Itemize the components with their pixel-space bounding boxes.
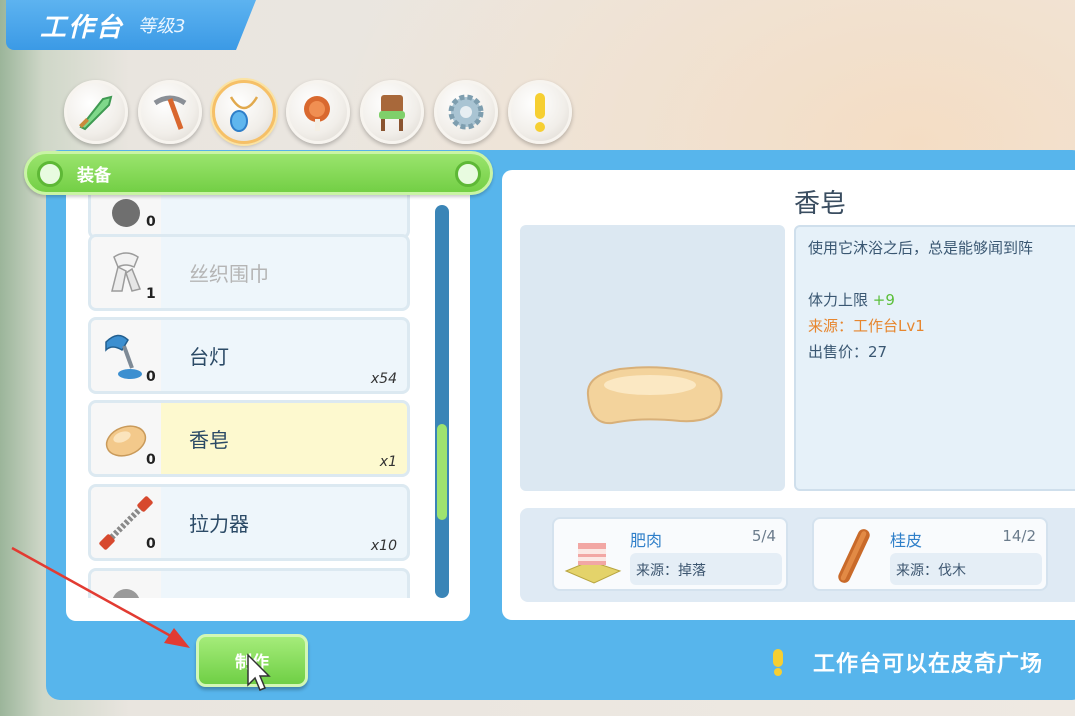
item-name: 香皂 — [189, 428, 229, 452]
item-owned-count: 1 — [146, 286, 156, 302]
item-description: 使用它沐浴之后，总是能够闻到阵 — [808, 239, 1034, 257]
category-accessory-button[interactable] — [212, 80, 276, 144]
list-item[interactable]: 0 拉力器 x10 — [88, 484, 410, 561]
meat-icon — [304, 96, 330, 131]
item-icon-box: 0 — [91, 320, 161, 391]
item-craftable-quantity: x1 — [379, 454, 397, 470]
item-craftable-quantity: x10 — [370, 538, 397, 554]
pill-right-knob — [455, 161, 481, 187]
item-icon-box: 0 — [91, 487, 161, 558]
sword-icon — [79, 95, 113, 131]
item-icon-box: 0 — [91, 403, 161, 474]
material-count: 14/2 — [1002, 527, 1036, 545]
category-furniture-button[interactable] — [360, 80, 424, 144]
item-stat-value: +9 — [872, 291, 895, 309]
category-weapon-button[interactable] — [64, 80, 128, 144]
item-stat-line: 体力上限 +9 — [808, 287, 1075, 313]
category-special-button[interactable] — [508, 80, 572, 144]
list-item[interactable]: 1 丝织围巾 — [88, 234, 410, 311]
dark-item-icon — [112, 588, 140, 598]
item-icon-box: 0 — [91, 192, 161, 236]
item-source: 来源：工作台Lv1 — [808, 317, 925, 335]
item-stat-label: 体力上限 — [808, 291, 869, 309]
item-preview — [520, 225, 785, 491]
material-card[interactable]: 肥肉 5/4 来源：掉落 — [552, 517, 788, 591]
material-card[interactable]: 桂皮 14/2 来源：伐木 — [812, 517, 1048, 591]
item-name: 拉力器 — [189, 512, 249, 536]
list-item[interactable] — [88, 568, 410, 598]
chair-icon — [379, 95, 405, 131]
tab-equipment-label: 装备 — [77, 165, 111, 186]
window-title-tab: 工作台 等级3 — [6, 0, 256, 50]
category-food-button[interactable] — [286, 80, 350, 144]
cinnamon-icon — [838, 529, 870, 583]
exclamation-icon — [773, 649, 783, 676]
tip-banner: 工作台可以在皮奇广场 — [765, 646, 1043, 678]
tip-text: 工作台可以在皮奇广场 — [813, 652, 1044, 677]
material-source: 来源：掉落 — [630, 553, 782, 585]
item-owned-count: 0 — [146, 214, 156, 230]
gear-icon — [448, 94, 484, 130]
necklace-icon — [229, 96, 259, 132]
exclamation-icon — [535, 93, 545, 132]
item-owned-count: 0 — [146, 536, 156, 552]
list-item[interactable]: 0 — [88, 192, 410, 239]
pill-left-knob — [37, 161, 63, 187]
item-owned-count: 0 — [146, 369, 156, 385]
item-name: 台灯 — [189, 345, 229, 369]
item-name: 丝织围巾 — [189, 262, 269, 286]
list-item-selected[interactable]: 0 香皂 x1 — [88, 400, 410, 477]
item-info: 使用它沐浴之后，总是能够闻到阵 体力上限 +9 来源：工作台Lv1 出售价：27 — [794, 225, 1075, 491]
category-tabs — [64, 80, 572, 144]
make-button[interactable]: 制作 — [196, 634, 308, 687]
recipe-list[interactable]: 0 1 丝织围巾 0 台灯 x54 0 香皂 x1 0 拉力器 x10 — [86, 192, 416, 598]
category-parts-button[interactable] — [434, 80, 498, 144]
list-scrollbar[interactable] — [435, 205, 449, 598]
detail-item-title: 香皂 — [793, 189, 846, 219]
item-sell-price: 出售价：27 — [808, 343, 888, 361]
material-source: 来源：伐木 — [890, 553, 1042, 585]
item-icon-box: 1 — [91, 237, 161, 308]
list-item[interactable]: 0 台灯 x54 — [88, 317, 410, 394]
window-title: 工作台 — [40, 12, 125, 43]
pickaxe-icon — [153, 95, 187, 130]
workbench-level: 等级3 — [138, 16, 186, 37]
material-name: 桂皮 — [890, 531, 923, 550]
material-name: 肥肉 — [630, 531, 663, 550]
make-button-label: 制作 — [235, 653, 269, 673]
tab-equipment[interactable]: 装备 — [24, 151, 493, 195]
material-count: 5/4 — [751, 527, 776, 545]
soap-preview-icon — [586, 366, 723, 425]
item-owned-count: 0 — [146, 452, 156, 468]
category-tool-button[interactable] — [138, 80, 202, 144]
fat-meat-icon — [564, 543, 622, 584]
item-icon-box — [91, 571, 161, 598]
list-scrollbar-thumb[interactable] — [437, 424, 447, 520]
item-craftable-quantity: x54 — [370, 371, 397, 387]
